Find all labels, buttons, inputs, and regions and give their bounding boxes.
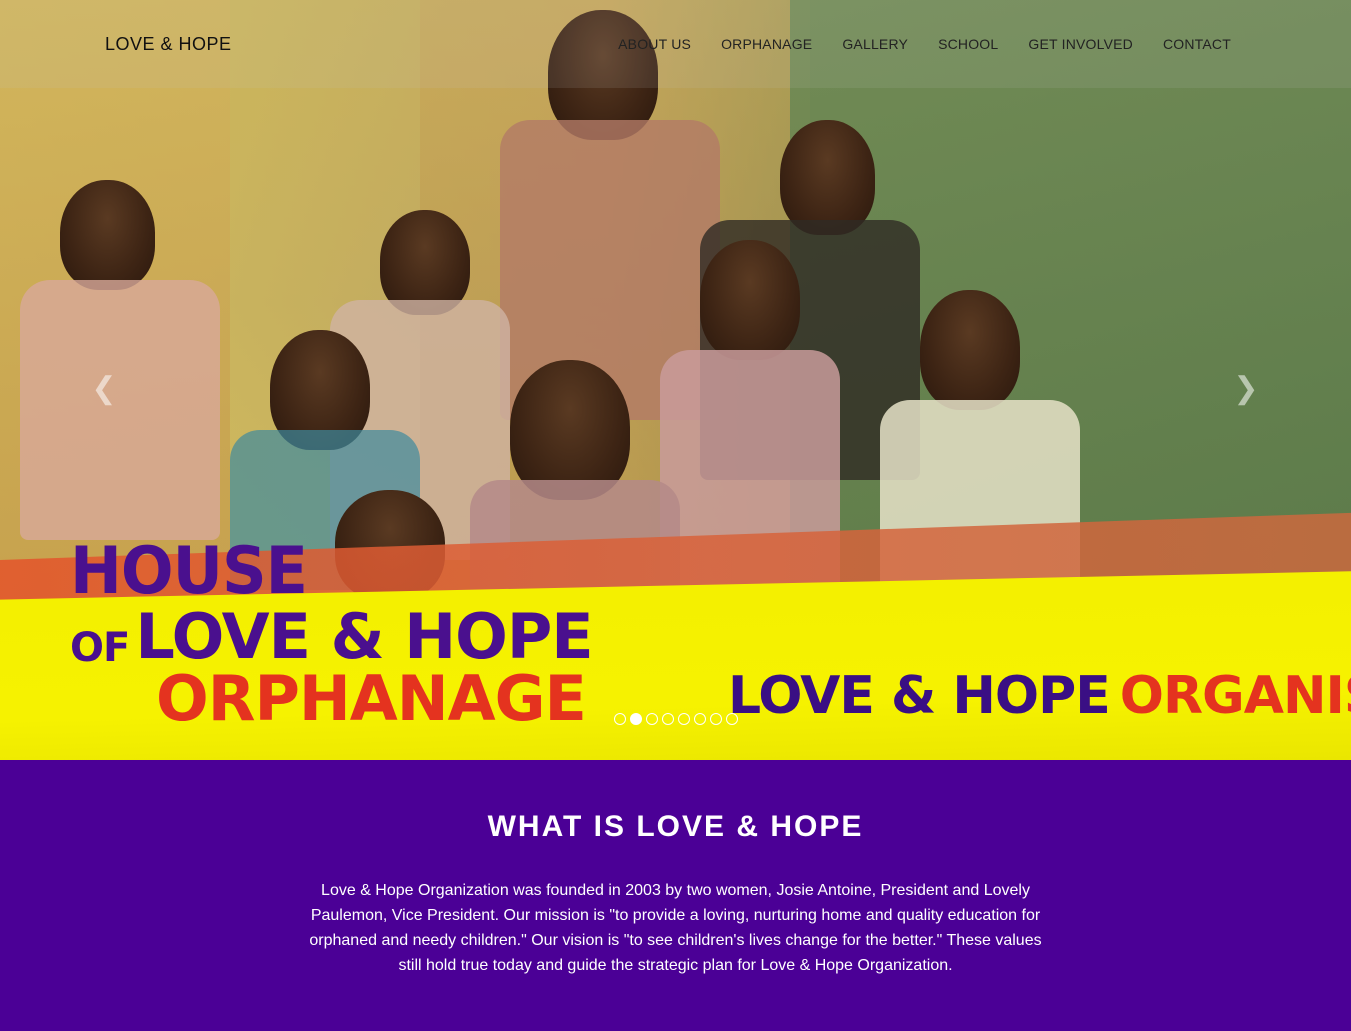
carousel-indicator-dot[interactable]: [646, 713, 658, 725]
photo-figure: [780, 120, 875, 235]
org-logo-organisation: ORGANISATION: [1119, 666, 1351, 726]
nav-link-contact[interactable]: CONTACT: [1163, 36, 1231, 52]
main-nav: ABOUT US ORPHANAGE GALLERY SCHOOL GET IN…: [618, 36, 1231, 54]
carousel-next-button[interactable]: ❯: [1226, 368, 1266, 408]
about-body: Love & Hope Organization was founded in …: [309, 882, 1042, 974]
carousel-indicator-dot[interactable]: [630, 713, 642, 725]
chevron-right-icon: ❯: [1233, 371, 1259, 405]
photo-figure: [510, 360, 630, 500]
top-navbar: LOVE & HOPE ABOUT US ORPHANAGE GALLERY S…: [0, 0, 1351, 88]
nav-item-about-us: ABOUT US: [618, 36, 691, 54]
carousel-indicator-dot[interactable]: [614, 713, 626, 725]
nav-link-get-involved[interactable]: GET INVOLVED: [1028, 36, 1133, 52]
carousel-indicator-dot[interactable]: [662, 713, 674, 725]
about-section: WHAT IS LOVE & HOPE Love & Hope Organiza…: [0, 760, 1351, 1031]
carousel-indicators: [614, 713, 738, 725]
carousel-indicator-dot[interactable]: [678, 713, 690, 725]
hero-carousel: HOUSE OF LOVE & HOPE ORPHANAGE LOVE & HO…: [0, 0, 1351, 760]
nav-item-contact: CONTACT: [1163, 36, 1231, 54]
logo-house-text: HOUSE: [70, 532, 308, 609]
nav-link-about-us[interactable]: ABOUT US: [618, 36, 691, 52]
carousel-indicator-dot[interactable]: [694, 713, 706, 725]
nav-item-get-involved: GET INVOLVED: [1028, 36, 1133, 54]
orphanage-logo: HOUSE OF LOVE & HOPE ORPHANAGE: [70, 532, 594, 735]
organisation-logo: LOVE & HOPEORGANISATION: [728, 666, 1351, 726]
org-logo-love-hope: LOVE & HOPE: [728, 666, 1111, 726]
nav-item-orphanage: ORPHANAGE: [721, 36, 812, 54]
nav-item-school: SCHOOL: [938, 36, 998, 54]
carousel-indicator-dot[interactable]: [710, 713, 722, 725]
photo-figure: [60, 180, 155, 290]
about-heading: WHAT IS LOVE & HOPE: [487, 810, 864, 843]
chevron-left-icon: ❮: [91, 371, 117, 405]
brand-link[interactable]: LOVE & HOPE: [105, 34, 232, 55]
logo-of-text: OF: [70, 625, 130, 671]
nav-item-gallery: GALLERY: [842, 36, 908, 54]
nav-link-school[interactable]: SCHOOL: [938, 36, 998, 52]
photo-figure: [20, 280, 220, 540]
carousel-indicator-dot[interactable]: [726, 713, 738, 725]
logo-love-hope-text: LOVE & HOPE: [135, 600, 593, 673]
nav-link-orphanage[interactable]: ORPHANAGE: [721, 36, 812, 52]
carousel-prev-button[interactable]: ❮: [84, 368, 124, 408]
logo-love-hope-line: OF LOVE & HOPE: [70, 600, 594, 673]
logo-orphanage-text: ORPHANAGE: [156, 662, 587, 735]
nav-link-gallery[interactable]: GALLERY: [842, 36, 908, 52]
photo-figure: [700, 240, 800, 360]
photo-figure: [920, 290, 1020, 410]
